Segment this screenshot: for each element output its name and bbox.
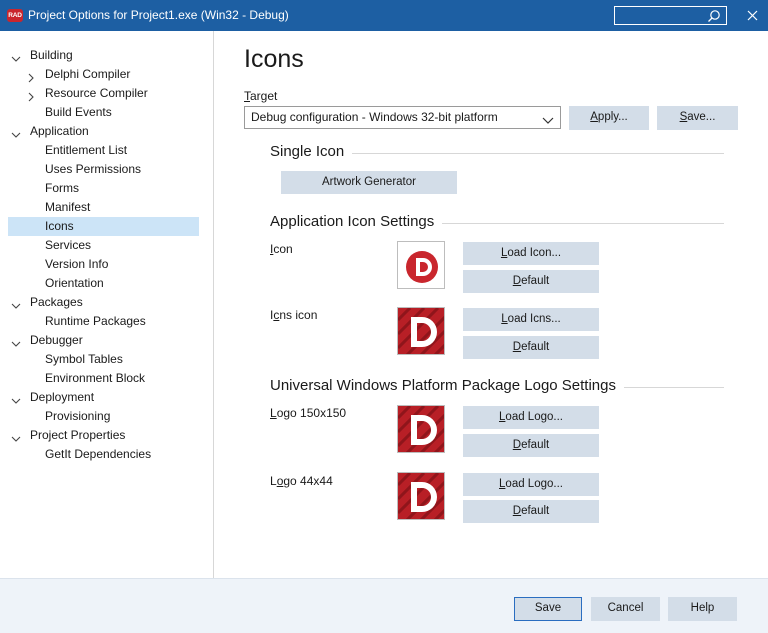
chevron-down-icon xyxy=(542,112,554,133)
tree-item-label: Provisioning xyxy=(45,409,111,423)
logo-44-label: Logo 44x44 xyxy=(270,474,333,488)
save-button[interactable]: Save xyxy=(514,597,582,621)
default-icns-button[interactable]: Default xyxy=(463,336,599,359)
tree-item-label: Services xyxy=(45,238,92,252)
tree-item-version-info[interactable]: Version Info xyxy=(8,255,199,274)
title-search-box[interactable] xyxy=(614,6,727,25)
tree-item-runtime-packages[interactable]: Runtime Packages xyxy=(8,312,199,331)
tree-item-environment-block[interactable]: Environment Block xyxy=(8,369,199,388)
tree-item-label: Icons xyxy=(45,219,74,233)
help-button[interactable]: Help xyxy=(668,597,737,621)
chevron-down-icon[interactable] xyxy=(11,127,21,138)
load-logo-150-button[interactable]: Load Logo... xyxy=(463,406,599,429)
options-tree: Building Delphi Compiler Resource Compiler… xyxy=(0,31,213,578)
tree-item-deployment[interactable]: Deployment xyxy=(8,388,199,407)
tree-item-label: Symbol Tables xyxy=(45,352,123,366)
tree-item-label: Forms xyxy=(45,181,79,195)
icon-preview xyxy=(397,241,445,289)
tree-item-application[interactable]: Application xyxy=(8,122,199,141)
target-select-value: Debug configuration - Windows 32-bit pla… xyxy=(251,110,498,124)
tree-item-label: Orientation xyxy=(45,276,104,290)
close-icon xyxy=(747,10,758,21)
chevron-right-icon[interactable] xyxy=(26,89,36,102)
tree-item-label: Manifest xyxy=(45,200,91,214)
tree-item-label: Delphi Compiler xyxy=(45,67,131,81)
chevron-down-icon[interactable] xyxy=(11,393,21,404)
uwp-logo-section: Universal Windows Platform Package Logo … xyxy=(270,377,724,397)
single-icon-section: Single Icon xyxy=(270,143,724,163)
tree-item-label: Project Properties xyxy=(30,428,126,442)
tree-item-label: GetIt Dependencies xyxy=(45,447,152,461)
icon-label: Icon xyxy=(270,242,293,256)
default-icon-button[interactable]: Default xyxy=(463,270,599,293)
tree-item-resource-compiler[interactable]: Resource Compiler xyxy=(8,84,199,103)
tree-item-label: Building xyxy=(30,48,73,62)
target-label: Target xyxy=(244,89,278,103)
target-select[interactable]: Debug configuration - Windows 32-bit pla… xyxy=(244,106,561,129)
tree-item-orientation[interactable]: Orientation xyxy=(8,274,199,293)
close-window-button[interactable] xyxy=(740,5,764,25)
tree-item-label: Resource Compiler xyxy=(45,86,148,100)
chevron-down-icon[interactable] xyxy=(11,51,21,62)
dialog-footer: Save Cancel Help xyxy=(0,578,768,633)
delphi-square-icon xyxy=(398,473,444,519)
chevron-down-icon[interactable] xyxy=(11,336,21,347)
tree-item-label: Environment Block xyxy=(45,371,146,385)
delphi-round-icon xyxy=(406,251,438,283)
logo-150-label: Logo 150x150 xyxy=(270,406,347,420)
window-title: Project Options for Project1.exe (Win32 … xyxy=(28,8,289,22)
icons-page: Icons Target Debug configuration - Windo… xyxy=(214,31,768,578)
tree-item-packages[interactable]: Packages xyxy=(8,293,199,312)
tree-item-label: Entitlement List xyxy=(45,143,128,157)
uwp-logo-heading: Universal Windows Platform Package Logo … xyxy=(270,377,624,394)
chevron-down-icon[interactable] xyxy=(11,298,21,309)
tree-item-label: Packages xyxy=(30,295,83,309)
tree-item-services[interactable]: Services xyxy=(8,236,199,255)
icns-preview xyxy=(397,307,445,355)
rad-logo-icon: RAD xyxy=(7,9,23,22)
title-bar: RAD Project Options for Project1.exe (Wi… xyxy=(0,0,768,31)
single-icon-heading: Single Icon xyxy=(270,143,353,160)
load-icon-button[interactable]: Load Icon... xyxy=(463,242,599,265)
save-target-button[interactable]: Save... xyxy=(657,106,738,130)
chevron-down-icon[interactable] xyxy=(11,431,21,442)
tree-item-label: Runtime Packages xyxy=(45,314,146,328)
logo-150-preview xyxy=(397,405,445,453)
tree-item-uses-permissions[interactable]: Uses Permissions xyxy=(8,160,199,179)
tree-item-label: Uses Permissions xyxy=(45,162,142,176)
tree-item-label: Deployment xyxy=(30,390,95,404)
tree-item-symbol-tables[interactable]: Symbol Tables xyxy=(8,350,199,369)
app-icon-section: Application Icon Settings xyxy=(270,213,724,233)
load-icns-button[interactable]: Load Icns... xyxy=(463,308,599,331)
app-icon-heading: Application Icon Settings xyxy=(270,213,443,230)
apply-button[interactable]: Apply... xyxy=(569,106,649,130)
artwork-generator-button[interactable]: Artwork Generator xyxy=(281,171,457,194)
tree-item-label: Debugger xyxy=(30,333,83,347)
tree-item-manifest[interactable]: Manifest xyxy=(8,198,199,217)
cancel-button[interactable]: Cancel xyxy=(591,597,660,621)
tree-item-build-events[interactable]: Build Events xyxy=(8,103,199,122)
delphi-square-icon xyxy=(398,308,444,354)
tree-item-icons[interactable]: Icons xyxy=(8,217,199,236)
tree-item-delphi-compiler[interactable]: Delphi Compiler xyxy=(8,65,199,84)
chevron-right-icon[interactable] xyxy=(26,70,36,83)
tree-item-label: Application xyxy=(30,124,89,138)
default-logo-44-button[interactable]: Default xyxy=(463,500,599,523)
tree-item-debugger[interactable]: Debugger xyxy=(8,331,199,350)
tree-item-entitlement-list[interactable]: Entitlement List xyxy=(8,141,199,160)
tree-item-label: Version Info xyxy=(45,257,109,271)
tree-item-project-properties[interactable]: Project Properties xyxy=(8,426,199,445)
delphi-square-icon xyxy=(398,406,444,452)
default-logo-150-button[interactable]: Default xyxy=(463,434,599,457)
tree-item-forms[interactable]: Forms xyxy=(8,179,199,198)
icns-icon-label: Icns icon xyxy=(270,308,318,322)
tree-item-getit-dependencies[interactable]: GetIt Dependencies xyxy=(8,445,199,464)
tree-item-building[interactable]: Building xyxy=(8,46,199,65)
logo-44-preview xyxy=(397,472,445,520)
load-logo-44-button[interactable]: Load Logo... xyxy=(463,473,599,496)
search-icon xyxy=(707,9,721,26)
page-title: Icons xyxy=(244,45,304,73)
tree-item-label: Build Events xyxy=(45,105,112,119)
tree-item-provisioning[interactable]: Provisioning xyxy=(8,407,199,426)
